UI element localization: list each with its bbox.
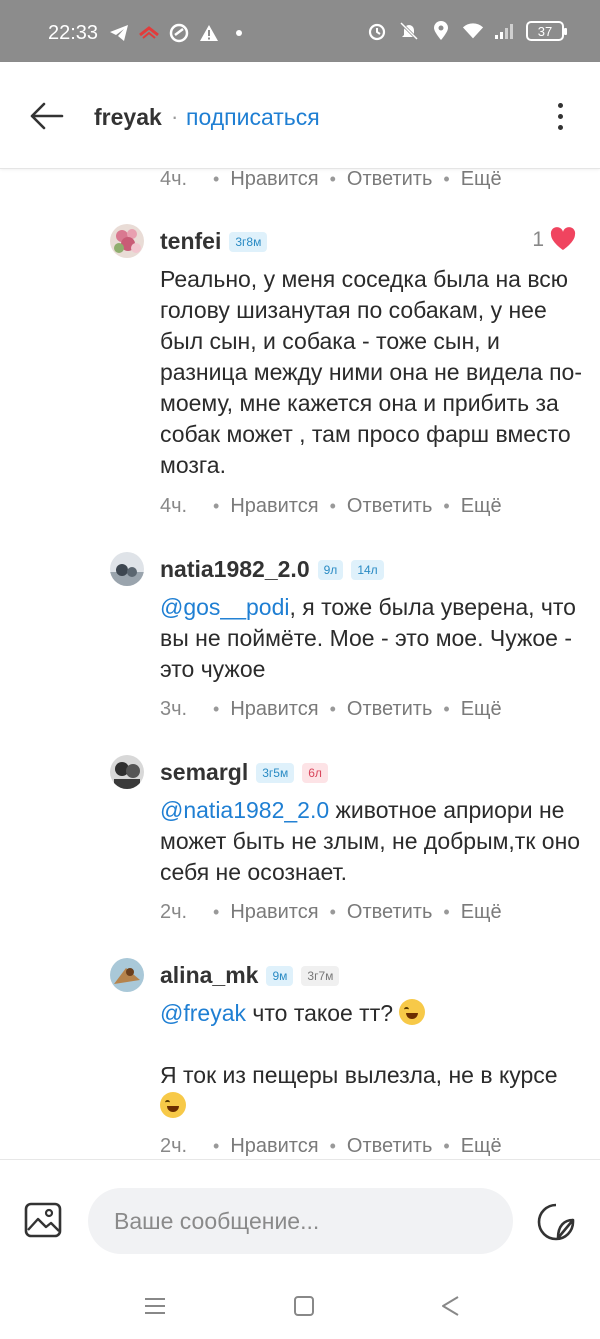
battery-indicator: 37	[526, 21, 567, 41]
recent-apps-button[interactable]	[142, 1293, 168, 1319]
back-button[interactable]	[26, 96, 70, 136]
avatar[interactable]	[110, 224, 144, 258]
comment-actions: 4ч. • Нравится • Ответить • Ещё	[160, 495, 502, 518]
more-link[interactable]: Ещё	[461, 169, 502, 191]
title-separator: ·	[171, 104, 179, 129]
system-nav-bar	[0, 1281, 600, 1339]
comment-actions: 3ч. • Нравится • Ответить • Ещё	[160, 698, 502, 721]
avatar[interactable]	[110, 552, 144, 586]
comment-username[interactable]: natia1982_2.0	[160, 556, 310, 583]
comment-text: @gos__podi, я тоже была уверена, что вы …	[160, 594, 576, 682]
comment-text: @freyak что такое тт? Я ток из пещеры вы…	[160, 998, 585, 1122]
sticker-button[interactable]	[536, 1202, 576, 1242]
comment-header: semargl 3г5м 6л	[160, 759, 328, 786]
user-badge: 14л	[351, 559, 384, 580]
heart-icon[interactable]	[550, 227, 576, 251]
back-nav-button[interactable]	[438, 1293, 464, 1319]
comment-time: 4ч.	[160, 169, 188, 190]
vertical-dots-icon	[557, 102, 563, 108]
page-title[interactable]: freyak	[94, 104, 162, 131]
comment-time: 2ч.	[160, 1135, 188, 1157]
app-header: freyak · подписаться	[0, 62, 600, 169]
triangle-back-icon	[442, 1296, 459, 1316]
comment-header: alina_mk 9м 3г7м	[160, 962, 340, 989]
menu-lines-icon	[145, 1298, 165, 1314]
comment-time: 3ч.	[160, 698, 188, 720]
telegram-icon	[108, 22, 130, 44]
like-link[interactable]: Нравится	[230, 169, 318, 191]
avatar[interactable]	[110, 958, 144, 992]
message-compose-bar	[0, 1159, 600, 1281]
app-notification-icon	[138, 22, 160, 44]
comment-header: tenfei 3г8м	[160, 228, 268, 255]
arrow-left-icon	[30, 102, 64, 130]
like-link[interactable]: Нравится	[230, 901, 318, 924]
comment-text: Реально, у меня соседка была на всю голо…	[160, 266, 582, 478]
comments-feed[interactable]: 4ч. • Нравится • Ответить • Ещё tenfei 3…	[0, 169, 600, 1159]
status-notification-icons	[108, 22, 250, 44]
user-badge: 3г8м	[229, 231, 268, 252]
sticker-icon	[537, 1203, 575, 1241]
signal-icon	[494, 20, 516, 42]
location-icon	[430, 20, 452, 42]
reply-link[interactable]: Ответить	[347, 901, 433, 924]
comment-username[interactable]: alina_mk	[160, 962, 258, 989]
attach-image-button[interactable]	[24, 1202, 62, 1238]
more-link[interactable]: Ещё	[461, 1135, 502, 1158]
laughing-emoji-icon	[399, 999, 426, 1025]
home-button[interactable]	[291, 1293, 317, 1319]
like-count: 1	[532, 228, 544, 251]
comment-time: 2ч.	[160, 901, 188, 923]
comment-text: @natia1982_2.0 животное априори не может…	[160, 797, 581, 885]
comment-time: 4ч.	[160, 495, 188, 517]
user-badge: 3г7м	[301, 965, 340, 986]
status-system-icons: 37	[366, 20, 567, 42]
comment-header: natia1982_2.0 9л 14л	[160, 556, 384, 583]
mute-bell-icon	[398, 20, 420, 42]
comment-username[interactable]: tenfei	[160, 228, 221, 255]
user-badge: 3г5м	[256, 762, 295, 783]
subscribe-link[interactable]: подписаться	[186, 104, 320, 131]
image-icon	[24, 1202, 62, 1238]
user-badge: 6л	[302, 762, 328, 783]
alarm-icon	[366, 20, 388, 42]
more-options-button[interactable]	[550, 96, 570, 136]
comment-username[interactable]: semargl	[160, 759, 248, 786]
more-link[interactable]: Ещё	[461, 901, 502, 924]
dot-icon	[228, 22, 250, 44]
user-badge: 9л	[317, 559, 344, 580]
comment-actions: 4ч. • Нравится • Ответить • Ещё	[160, 169, 502, 191]
more-link[interactable]: Ещё	[461, 698, 502, 721]
reply-link[interactable]: Ответить	[347, 1135, 433, 1158]
user-badge: 9м	[266, 965, 294, 986]
mention-link[interactable]: @natia1982_2.0	[160, 797, 329, 823]
message-input[interactable]	[88, 1188, 513, 1254]
square-icon	[294, 1296, 314, 1316]
status-bar: 22:33 37	[0, 0, 600, 62]
like-link[interactable]: Нравится	[230, 698, 318, 721]
status-time: 22:33	[48, 22, 99, 44]
reply-link[interactable]: Ответить	[347, 495, 433, 518]
more-link[interactable]: Ещё	[461, 495, 502, 518]
reply-link[interactable]: Ответить	[347, 698, 433, 721]
mention-link[interactable]: @freyak	[160, 1000, 246, 1026]
wifi-icon	[462, 20, 484, 42]
laughing-emoji-icon	[160, 1092, 186, 1118]
comment-actions: 2ч. • Нравится • Ответить • Ещё	[160, 901, 502, 924]
reply-link[interactable]: Ответить	[347, 169, 433, 191]
sync-icon	[168, 22, 190, 44]
warning-icon	[198, 22, 220, 44]
avatar[interactable]	[110, 755, 144, 789]
comment-actions: 2ч. • Нравится • Ответить • Ещё	[160, 1135, 502, 1158]
like-link[interactable]: Нравится	[230, 1135, 318, 1158]
like-link[interactable]: Нравится	[230, 495, 318, 518]
mention-link[interactable]: @gos__podi	[160, 594, 290, 620]
